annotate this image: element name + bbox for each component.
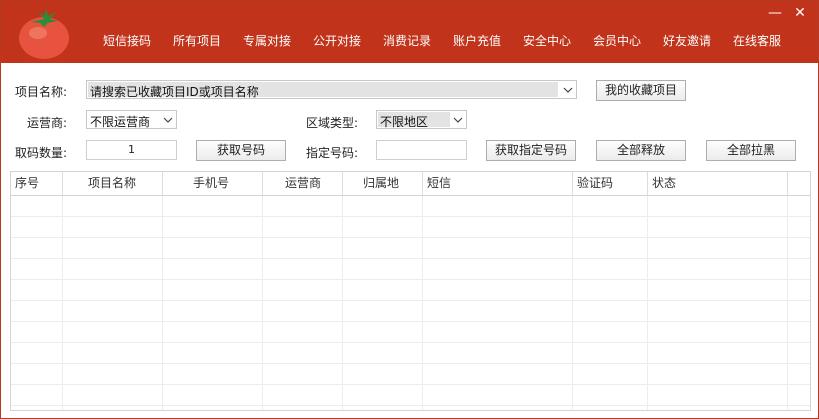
region-value: 不限地区: [380, 115, 429, 129]
project-name-label: 项目名称:: [15, 85, 68, 99]
col-location[interactable]: 归属地: [343, 172, 423, 195]
nav-public-docking[interactable]: 公开对接: [313, 32, 361, 49]
grid-line: [11, 258, 810, 259]
grid-line: [11, 405, 810, 406]
my-favorites-button[interactable]: 我的收藏项目: [596, 80, 686, 101]
close-button[interactable]: ✕: [791, 5, 809, 21]
grid-line: [62, 196, 63, 410]
nav-security-center[interactable]: 安全中心: [523, 32, 571, 49]
title-bar: 短信接码 所有项目 专属对接 公开对接 消费记录 账户充值 安全中心 会员中心 …: [1, 1, 818, 63]
grid-line: [647, 196, 648, 410]
release-all-button[interactable]: 全部释放: [596, 140, 686, 161]
table-header: 序号 项目名称 手机号 运营商 归属地 短信 验证码 状态: [11, 172, 810, 196]
grid-line: [11, 321, 810, 322]
nav-account-recharge[interactable]: 账户充值: [453, 32, 501, 49]
col-status[interactable]: 状态: [648, 172, 788, 195]
grid-line: [11, 216, 810, 217]
grid-line: [11, 384, 810, 385]
grid-line: [162, 196, 163, 410]
grid-line: [262, 196, 263, 410]
get-number-button[interactable]: 获取号码: [196, 140, 286, 161]
col-verify-code[interactable]: 验证码: [573, 172, 648, 195]
col-sms[interactable]: 短信: [423, 172, 573, 195]
grid-line: [787, 196, 788, 410]
region-type-label: 区域类型:: [306, 116, 359, 130]
region-select[interactable]: 不限地区: [376, 110, 467, 129]
nav-all-projects[interactable]: 所有项目: [173, 32, 221, 49]
grid-line: [342, 196, 343, 410]
col-project-name[interactable]: 项目名称: [63, 172, 163, 195]
chevron-down-icon[interactable]: [560, 81, 576, 98]
grid-line: [11, 342, 810, 343]
col-carrier[interactable]: 运营商: [263, 172, 343, 195]
carrier-value: 不限运营商: [90, 115, 151, 129]
code-count-label: 取码数量:: [15, 146, 68, 160]
minimize-button[interactable]: —: [766, 5, 784, 21]
grid-line: [11, 363, 810, 364]
col-filler: [788, 172, 810, 195]
grid-line: [11, 237, 810, 238]
code-count-input[interactable]: 1: [86, 140, 177, 160]
nav-friend-invite[interactable]: 好友邀请: [663, 32, 711, 49]
chevron-down-icon[interactable]: [160, 111, 176, 128]
get-specific-number-button[interactable]: 获取指定号码: [486, 140, 576, 161]
specific-number-label: 指定号码:: [306, 146, 359, 160]
col-phone[interactable]: 手机号: [163, 172, 263, 195]
col-index[interactable]: 序号: [11, 172, 63, 195]
grid-line: [11, 300, 810, 301]
project-search-combo[interactable]: 请搜索已收藏项目ID或项目名称: [86, 80, 577, 99]
carrier-select[interactable]: 不限运营商: [86, 110, 177, 129]
nav-sms-receive[interactable]: 短信接码: [103, 32, 151, 49]
tomato-logo-icon: [19, 8, 69, 59]
blacklist-all-button[interactable]: 全部拉黑: [706, 140, 796, 161]
project-search-value: 请搜索已收藏项目ID或项目名称: [90, 85, 259, 99]
app-window: 短信接码 所有项目 专属对接 公开对接 消费记录 账户充值 安全中心 会员中心 …: [0, 0, 819, 419]
grid-line: [572, 196, 573, 410]
specific-number-input[interactable]: [376, 140, 467, 160]
numbers-table: 序号 项目名称 手机号 运营商 归属地 短信 验证码 状态: [10, 171, 811, 411]
nav-member-center[interactable]: 会员中心: [593, 32, 641, 49]
grid-line: [11, 279, 810, 280]
nav-online-service[interactable]: 在线客服: [733, 32, 781, 49]
carrier-label: 运营商:: [27, 116, 68, 130]
chevron-down-icon[interactable]: [450, 111, 466, 128]
grid-line: [422, 196, 423, 410]
nav-consumption-records[interactable]: 消费记录: [383, 32, 431, 49]
nav-exclusive-docking[interactable]: 专属对接: [243, 32, 291, 49]
